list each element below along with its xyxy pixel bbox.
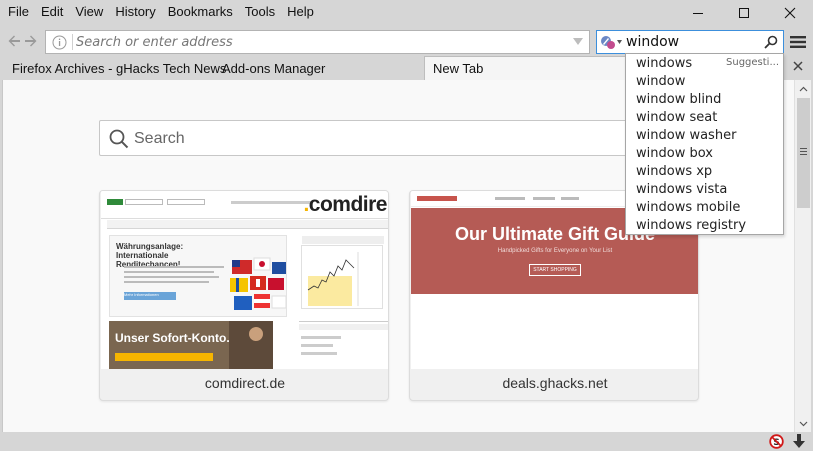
suggestion-item[interactable]: windows xp: [626, 163, 783, 181]
tab-close-icon[interactable]: [792, 60, 804, 72]
search-input[interactable]: [626, 32, 761, 52]
status-bar: S: [0, 432, 813, 451]
comdirect-table: [299, 321, 388, 369]
comdirect-sofort-konto: Unser Sofort-Konto.: [109, 321, 273, 369]
comdirect-chart: [301, 236, 384, 309]
address-bar[interactable]: [45, 30, 590, 54]
tile-comdirect[interactable]: .comdire Währungsanlage: Internationale …: [99, 190, 389, 401]
menu-items: File Edit View History Bookmarks Tools H…: [2, 3, 320, 21]
vertical-scrollbar[interactable]: [794, 80, 811, 432]
suggestion-item[interactable]: windows mobile: [626, 199, 783, 217]
menu-help[interactable]: Help: [281, 3, 320, 21]
suggestion-item[interactable]: windows registry: [626, 217, 783, 235]
tile-thumbnail-comdirect: .comdire Währungsanlage: Internationale …: [101, 191, 388, 369]
menu-hamburger-icon[interactable]: [790, 35, 806, 49]
deals-body: [411, 295, 698, 369]
menu-view[interactable]: View: [69, 3, 109, 21]
download-arrow-icon[interactable]: [792, 434, 806, 449]
minimize-button[interactable]: [675, 0, 721, 26]
scroll-up-button[interactable]: [795, 80, 812, 97]
close-icon: [784, 7, 796, 19]
comdirect-banner: Währungsanlage: Internationale Renditech…: [109, 235, 287, 317]
suggestion-item[interactable]: window seat: [626, 109, 783, 127]
newtab-search-input[interactable]: [134, 129, 614, 149]
tile-title-comdirect: comdirect.de: [204, 375, 286, 391]
comdirect-header: .comdire: [101, 191, 388, 219]
menu-tools[interactable]: Tools: [239, 3, 281, 21]
tab-new-tab[interactable]: New Tab: [424, 56, 626, 80]
chevron-down-icon: [799, 421, 808, 426]
forward-arrow-icon[interactable]: [23, 33, 39, 49]
address-separator: [72, 34, 73, 50]
window-controls: [675, 0, 813, 26]
maximize-button[interactable]: [721, 0, 767, 26]
menu-edit[interactable]: Edit: [35, 3, 69, 21]
bookmark-addons-manager[interactable]: Add-ons Manager: [222, 61, 325, 76]
scroll-grip-icon: [800, 148, 807, 155]
bookmark-ghacks[interactable]: Firefox Archives - gHacks Tech News: [12, 61, 226, 76]
comdirect-banner-button: Mehr Informationen: [124, 292, 176, 300]
comdirect-nav: [107, 220, 388, 229]
suggestion-item[interactable]: window: [626, 73, 783, 91]
search-engine-icon[interactable]: [600, 34, 616, 50]
info-icon[interactable]: [52, 35, 67, 50]
menu-bar: File Edit View History Bookmarks Tools H…: [0, 0, 813, 26]
search-bar[interactable]: [596, 30, 784, 54]
chevron-down-icon[interactable]: [573, 38, 583, 46]
chevron-up-icon: [799, 86, 808, 91]
engine-dropdown-icon[interactable]: [617, 40, 622, 44]
search-icon[interactable]: [764, 35, 778, 49]
suggestion-item[interactable]: windows vista: [626, 181, 783, 199]
deals-hero-button: START SHOPPING: [529, 264, 581, 276]
scroll-down-button[interactable]: [795, 415, 812, 432]
comdirect-sofort-heading: Unser Sofort-Konto.: [115, 331, 230, 345]
scroll-thumb[interactable]: [797, 98, 810, 208]
suggestion-item[interactable]: window washer: [626, 127, 783, 145]
menu-bookmarks[interactable]: Bookmarks: [162, 3, 239, 21]
address-input[interactable]: [76, 33, 556, 51]
suggestion-item[interactable]: windows: [626, 55, 783, 73]
comdirect-banner-heading: Währungsanlage: Internationale Renditech…: [116, 242, 184, 269]
comdirect-logo: .comdire: [303, 193, 387, 216]
deals-hero-subtitle: Handpicked Gifts for Everyone on Your Li…: [497, 248, 613, 254]
noscript-icon[interactable]: S: [769, 434, 784, 449]
menu-file[interactable]: File: [2, 3, 35, 21]
suggestion-item[interactable]: window blind: [626, 91, 783, 109]
back-arrow-icon[interactable]: [6, 33, 22, 49]
flags-graphic: [230, 257, 286, 310]
comdirect-sofort-button: [115, 353, 213, 361]
search-icon: [109, 129, 129, 149]
tile-title-deals: deals.ghacks.net: [502, 375, 608, 391]
minimize-icon: [693, 13, 703, 14]
suggestion-item[interactable]: window box: [626, 145, 783, 163]
menu-history[interactable]: History: [109, 3, 161, 21]
newtab-search-box[interactable]: [99, 120, 639, 156]
close-button[interactable]: [767, 0, 813, 26]
search-suggestions-popup: Suggesti... windows window window blind …: [625, 53, 784, 235]
tab-label: New Tab: [433, 61, 484, 76]
maximize-icon: [739, 8, 749, 18]
